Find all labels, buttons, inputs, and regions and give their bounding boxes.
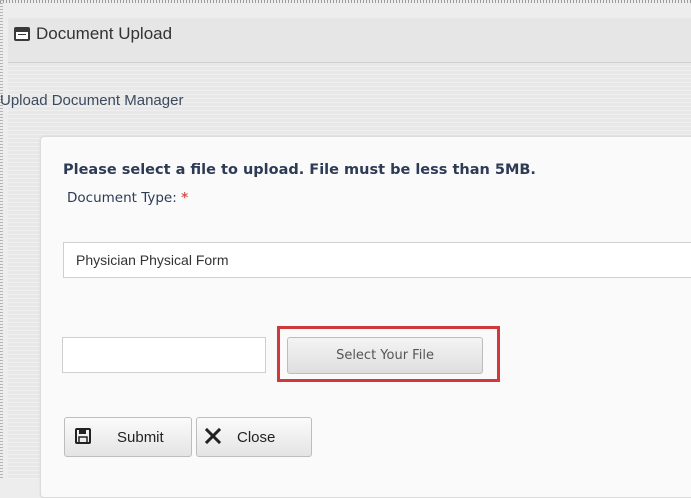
file-path-input[interactable]: [62, 337, 266, 373]
submit-label: Submit: [117, 429, 164, 446]
document-window-icon: [14, 27, 30, 41]
close-icon: [205, 427, 221, 445]
top-border: [0, 0, 691, 3]
upload-instruction: Please select a file to upload. File mus…: [63, 162, 536, 178]
close-label: Close: [237, 429, 276, 446]
left-border: [0, 0, 3, 479]
window-title: Document Upload: [36, 24, 173, 43]
required-marker: *: [181, 190, 189, 206]
document-type-label: Document Type: *: [67, 190, 188, 206]
save-icon: [75, 428, 91, 444]
select-file-button[interactable]: Select Your File: [287, 337, 483, 374]
manager-title: Upload Document Manager: [0, 92, 184, 109]
window-header: Document Upload: [8, 18, 691, 63]
document-type-label-text: Document Type:: [67, 190, 177, 206]
document-type-field[interactable]: Physician Physical Form: [63, 242, 691, 278]
submit-button[interactable]: Submit: [64, 417, 192, 457]
close-button[interactable]: Close: [196, 417, 312, 457]
